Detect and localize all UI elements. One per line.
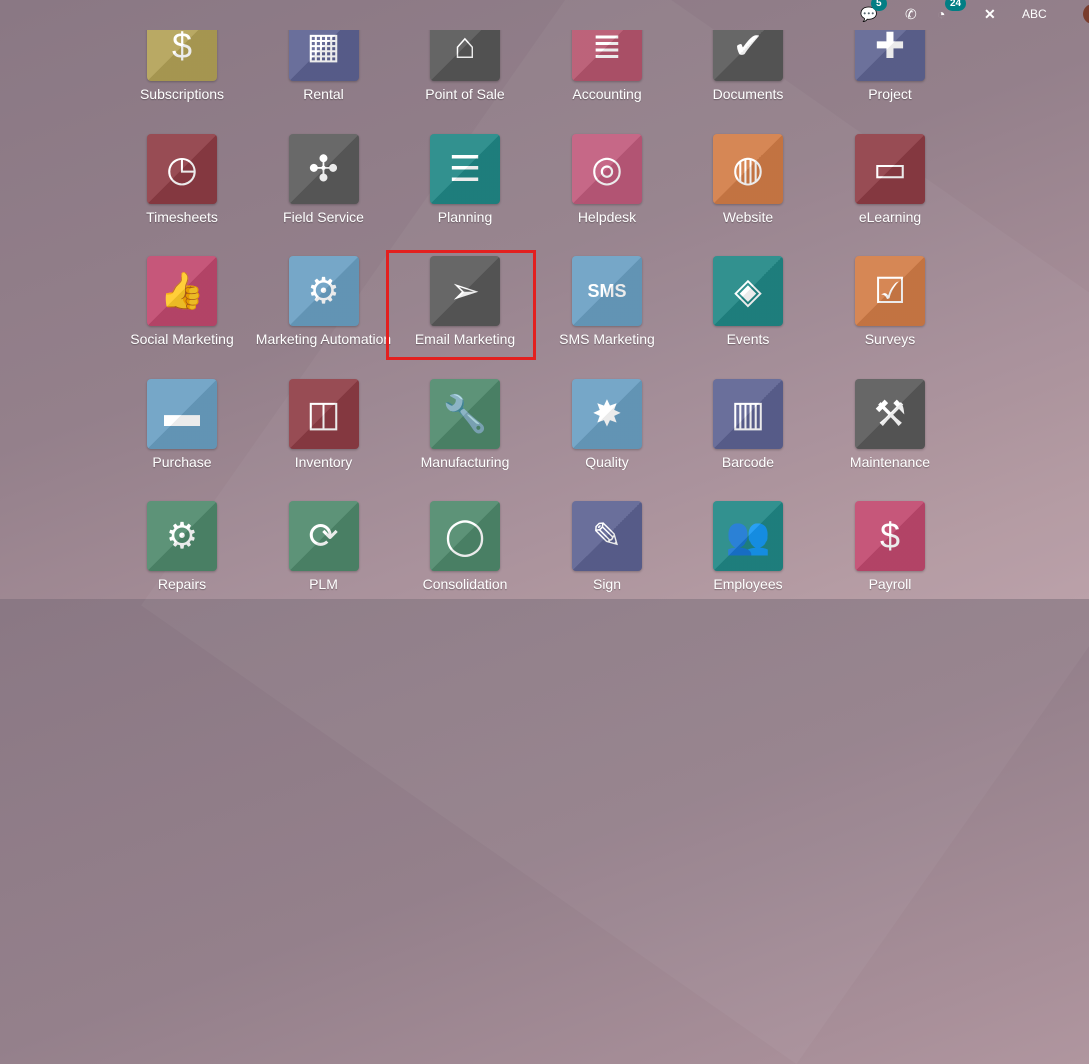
manufacturing-icon: 🔧	[430, 378, 500, 449]
employees-icon: 👥	[713, 501, 783, 571]
app-label: Manufacturing	[420, 453, 510, 470]
app-inventory[interactable]: ◫ Inventory	[253, 378, 395, 470]
app-label: Documents	[712, 86, 784, 102]
company-switcher[interactable]: ABC	[1022, 4, 1047, 24]
app-label: Website	[722, 208, 774, 225]
planning-icon: ☰	[430, 133, 500, 204]
website-icon: ◍	[713, 133, 783, 204]
activities-badge: 24	[945, 0, 967, 11]
app-events[interactable]: ◈ Events	[677, 256, 819, 347]
app-sms-marketing[interactable]: SMS SMS Marketing	[536, 256, 678, 347]
surveys-icon: ☑	[855, 256, 925, 326]
app-website[interactable]: ◍ Website	[677, 133, 819, 225]
app-email-marketing[interactable]: ➢ Email Marketing	[394, 256, 536, 347]
app-label: Repairs	[157, 576, 207, 592]
app-label: Field Service	[283, 208, 364, 225]
marketing-automation-icon: ⚙	[288, 256, 359, 326]
helpdesk-icon: ◎	[572, 133, 642, 204]
app-label: Purchase	[152, 453, 212, 470]
app-maintenance[interactable]: ⚒ Maintenance	[819, 378, 961, 470]
app-payroll[interactable]: $ Payroll	[819, 501, 961, 592]
app-label: Social Marketing	[130, 331, 234, 347]
app-repairs[interactable]: ⚙ Repairs	[111, 501, 253, 592]
email-marketing-icon: ➢	[430, 256, 500, 326]
phone-icon[interactable]: ✆	[905, 4, 917, 24]
app-label: Timesheets	[146, 208, 218, 225]
point-of-sale-icon: ⌂	[430, 30, 500, 81]
plm-icon: ⟳	[288, 501, 359, 571]
app-helpdesk[interactable]: ◎ Helpdesk	[536, 133, 678, 225]
app-rental[interactable]: ▦ Rental	[253, 30, 395, 102]
app-label: Project	[868, 86, 912, 102]
app-label: Subscriptions	[139, 86, 225, 102]
app-label: Quality	[585, 453, 629, 470]
app-label: Maintenance	[849, 453, 931, 470]
app-label: Planning	[437, 208, 493, 225]
subscriptions-icon: $	[147, 30, 217, 81]
timesheets-icon: ◷	[147, 133, 217, 204]
app-employees[interactable]: 👥 Employees	[677, 501, 819, 592]
app-label: Surveys	[864, 331, 916, 347]
app-label: Helpdesk	[577, 208, 637, 225]
sms-marketing-icon: SMS	[572, 256, 642, 326]
top-bar: 💬 5 ✆ ◔ 24 ✕ ABC	[0, 0, 1089, 30]
app-label: Point of Sale	[425, 86, 505, 102]
app-manufacturing[interactable]: 🔧 Manufacturing	[394, 378, 536, 470]
app-grid: $ Subscriptions ▦ Rental ⌂ Point of Sale ≣ Acco…	[0, 30, 1089, 599]
field-service-icon: ✣	[288, 133, 359, 204]
app-label: Barcode	[721, 453, 775, 470]
avatar[interactable]	[1083, 4, 1089, 24]
app-point-of-sale[interactable]: ⌂ Point of Sale	[394, 30, 536, 102]
app-label: Employees	[713, 576, 783, 592]
app-label: Inventory	[294, 453, 353, 470]
sign-icon: ✎	[572, 501, 642, 571]
app-label: PLM	[309, 576, 338, 592]
app-label: Events	[726, 331, 770, 347]
app-accounting[interactable]: ≣ Accounting	[536, 30, 678, 102]
repairs-icon: ⚙	[147, 501, 217, 571]
tools-icon[interactable]: ✕	[984, 4, 996, 24]
app-project[interactable]: ✚ Project	[819, 30, 961, 102]
app-consolidation[interactable]: ◯ Consolidation	[394, 501, 536, 592]
app-barcode[interactable]: ▥ Barcode	[677, 378, 819, 470]
app-subscriptions[interactable]: $ Subscriptions	[111, 30, 253, 102]
elearning-icon: ▭	[855, 133, 925, 204]
app-label: SMS Marketing	[559, 331, 655, 347]
rental-icon: ▦	[288, 30, 359, 81]
app-label: Accounting	[572, 86, 642, 102]
app-label: Sign	[592, 576, 622, 592]
app-marketing-automation[interactable]: ⚙ Marketing Automation	[253, 256, 395, 347]
app-elearning[interactable]: ▭ eLearning	[819, 133, 961, 225]
app-social-marketing[interactable]: 👍 Social Marketing	[111, 256, 253, 347]
app-label: eLearning	[858, 208, 922, 225]
app-label: Consolidation	[422, 576, 508, 592]
app-timesheets[interactable]: ◷ Timesheets	[111, 133, 253, 225]
app-documents[interactable]: ✔ Documents	[677, 30, 819, 102]
app-label: Payroll	[868, 576, 912, 592]
app-field-service[interactable]: ✣ Field Service	[253, 133, 395, 225]
app-planning[interactable]: ☰ Planning	[394, 133, 536, 225]
app-sign[interactable]: ✎ Sign	[536, 501, 678, 592]
app-surveys[interactable]: ☑ Surveys	[819, 256, 961, 347]
app-label: Rental	[303, 86, 344, 102]
consolidation-icon: ◯	[430, 501, 500, 571]
app-plm[interactable]: ⟳ PLM	[253, 501, 395, 592]
clock-icon[interactable]: ◔	[937, 4, 945, 24]
project-icon: ✚	[855, 30, 925, 81]
app-label: Email Marketing	[414, 331, 516, 347]
accounting-icon: ≣	[572, 30, 642, 81]
maintenance-icon: ⚒	[855, 378, 925, 449]
barcode-icon: ▥	[713, 378, 783, 449]
app-quality[interactable]: ✸ Quality	[536, 378, 678, 470]
app-label: Marketing Automation	[255, 331, 392, 347]
payroll-icon: $	[855, 501, 925, 571]
messages-badge: 5	[871, 0, 887, 11]
documents-icon: ✔	[713, 30, 783, 81]
social-marketing-icon: 👍	[147, 256, 217, 326]
quality-icon: ✸	[572, 378, 642, 449]
purchase-icon: ▬	[147, 378, 217, 449]
events-icon: ◈	[713, 256, 783, 326]
inventory-icon: ◫	[288, 378, 359, 449]
app-purchase[interactable]: ▬ Purchase	[111, 378, 253, 470]
